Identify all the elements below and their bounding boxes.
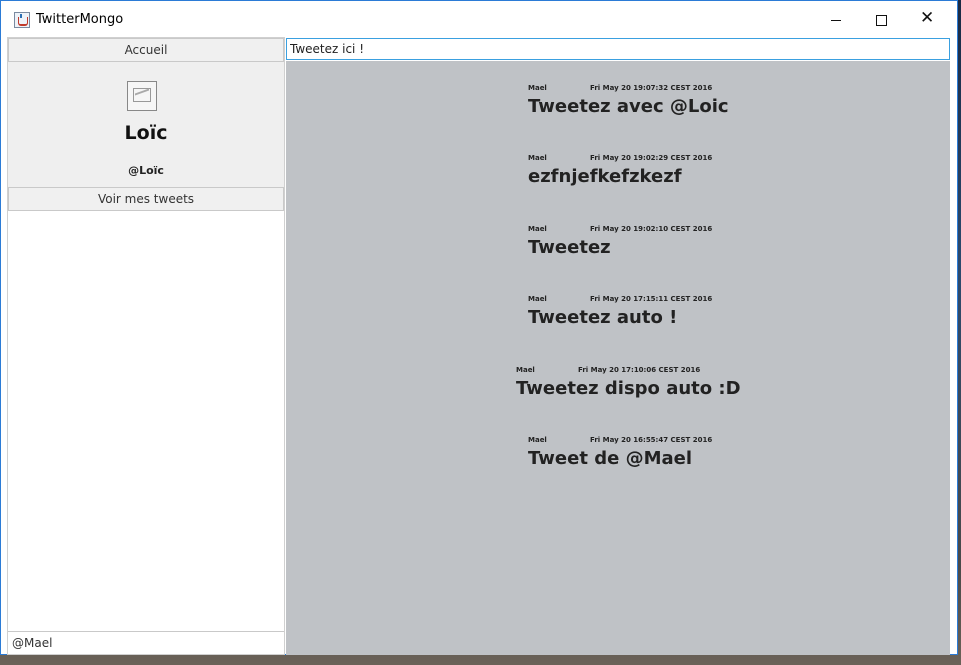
tweet-text: Tweet de @Mael	[528, 448, 693, 469]
minimize-icon	[831, 20, 841, 21]
tweet-author: Mael	[528, 436, 547, 444]
tweet-author: Mael	[528, 84, 547, 92]
maximize-icon	[876, 15, 887, 26]
profile-panel: Loïc @Loïc	[8, 62, 284, 187]
minimize-button[interactable]	[813, 1, 859, 37]
home-button[interactable]: Accueil	[8, 38, 284, 62]
tweet-text: Tweetez dispo auto :D	[516, 378, 741, 399]
tweet-date: Fri May 20 19:02:29 CEST 2016	[590, 154, 713, 162]
tweet-date: Fri May 20 17:15:11 CEST 2016	[590, 295, 713, 303]
java-app-icon	[14, 12, 30, 28]
tweet-text: Tweetez auto !	[528, 307, 678, 328]
tweet-date: Fri May 20 19:02:10 CEST 2016	[590, 225, 713, 233]
tweet-text: ezfnjefkefzkezf	[528, 166, 682, 187]
maximize-button[interactable]	[858, 1, 904, 37]
tweet-author: Mael	[528, 154, 547, 162]
profile-name: Loïc	[124, 122, 168, 144]
tweet-feed: Mael Fri May 20 19:07:32 CEST 2016 Tweete…	[286, 61, 950, 655]
close-icon: ✕	[920, 8, 935, 28]
tweet-input[interactable]	[286, 38, 950, 60]
tweet-author: Mael	[528, 295, 547, 303]
tweet-date: Fri May 20 17:10:06 CEST 2016	[578, 366, 701, 374]
my-tweets-button[interactable]: Voir mes tweets	[8, 187, 284, 211]
tweet-text: Tweetez avec @Loic	[528, 96, 729, 117]
tweet-date: Fri May 20 16:55:47 CEST 2016	[590, 436, 713, 444]
tweet-author: Mael	[516, 366, 535, 374]
tweet-date: Fri May 20 19:07:32 CEST 2016	[590, 84, 713, 92]
tweet-text: Tweetez	[528, 237, 611, 258]
tweet-author: Mael	[528, 225, 547, 233]
sidebar: Accueil Loïc @Loïc Voir mes tweets @Mael	[7, 37, 285, 655]
app-window: TwitterMongo ✕ Accueil Loïc @Loïc Voir m…	[0, 0, 958, 655]
window-title: TwitterMongo	[36, 12, 124, 27]
image-placeholder-icon	[127, 81, 157, 111]
title-bar: TwitterMongo ✕	[1, 1, 957, 37]
profile-handle: @Loïc	[128, 164, 164, 177]
close-button[interactable]: ✕	[904, 1, 950, 37]
current-user-field: @Mael	[8, 631, 284, 654]
